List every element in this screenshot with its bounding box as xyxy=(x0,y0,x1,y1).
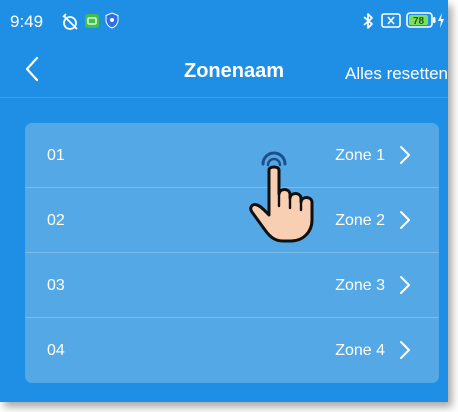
alarm-off-icon xyxy=(62,13,78,30)
app-screen: 9:49 78 Zonenaam Alles resetten 01 Zone … xyxy=(0,0,448,402)
status-time: 9:49 xyxy=(10,12,44,31)
zone-number: 04 xyxy=(47,342,65,359)
zone-row-1[interactable]: 01 Zone 1 xyxy=(25,123,439,188)
battery-icon: 78 xyxy=(406,12,436,28)
zone-row-3[interactable]: 03 Zone 3 xyxy=(25,253,439,318)
chevron-right-icon xyxy=(400,146,410,164)
charging-icon xyxy=(438,13,444,28)
zone-name: Zone 3 xyxy=(335,277,385,294)
nav-bar: Zonenaam Alles resetten xyxy=(0,42,448,100)
shield-icon xyxy=(105,12,119,29)
status-bar: 9:49 78 xyxy=(0,0,448,42)
battery-level: 78 xyxy=(413,16,425,27)
zone-list: 01 Zone 1 02 Zone 2 03 Zone 3 04 Zone 4 xyxy=(25,123,439,383)
app-notification-icon xyxy=(85,14,99,28)
zone-row-4[interactable]: 04 Zone 4 xyxy=(25,318,439,383)
no-sim-icon xyxy=(381,13,401,28)
zone-name: Zone 2 xyxy=(335,212,385,229)
zone-number: 01 xyxy=(47,147,65,164)
zone-number: 03 xyxy=(47,277,65,294)
nav-divider xyxy=(0,97,448,98)
zone-name: Zone 1 xyxy=(335,147,385,164)
chevron-right-icon xyxy=(400,341,410,359)
zone-number: 02 xyxy=(47,212,65,229)
bluetooth-icon xyxy=(363,13,373,29)
zone-row-2[interactable]: 02 Zone 2 xyxy=(25,188,439,253)
reset-all-button[interactable]: Alles resetten xyxy=(345,64,448,84)
chevron-right-icon xyxy=(400,276,410,294)
chevron-right-icon xyxy=(400,211,410,229)
zone-name: Zone 4 xyxy=(335,342,385,359)
